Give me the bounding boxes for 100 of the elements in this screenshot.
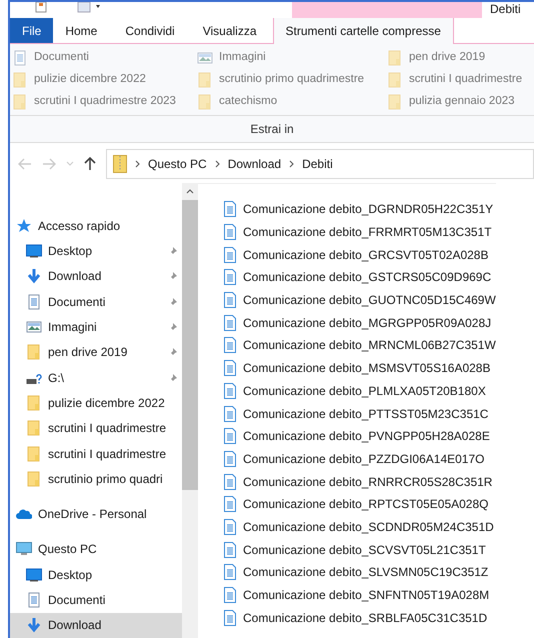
text-file-icon xyxy=(222,382,238,399)
monitor-icon xyxy=(26,242,42,259)
folder-icon xyxy=(387,94,403,110)
breadcrumb[interactable]: Debiti xyxy=(302,155,333,173)
file-item[interactable]: Comunicazione debito_PLMLXA05T20B180X xyxy=(222,380,496,402)
file-item[interactable]: Comunicazione debito_SCDNDR05M24C351D xyxy=(222,516,496,538)
nav-item[interactable]: G:\ xyxy=(10,364,182,390)
star-icon xyxy=(16,218,32,234)
folder-icon xyxy=(387,50,403,66)
file-tab[interactable]: File xyxy=(10,18,54,43)
file-item[interactable]: Comunicazione debito_SNFNTN05T19A028M xyxy=(222,584,496,606)
nav-item[interactable]: pen drive 2019 xyxy=(10,340,182,365)
ribbon-destination[interactable]: scrutini I quadrimestre xyxy=(385,71,534,89)
file-item[interactable]: Comunicazione debito_GRCSVT05T02A028B xyxy=(222,243,496,266)
folder-icon xyxy=(197,94,213,110)
text-file-icon xyxy=(222,474,238,490)
nav-item[interactable]: Accesso rapido xyxy=(10,213,182,238)
file-item[interactable]: Comunicazione debito_PTTSST05M23C351C xyxy=(222,402,496,425)
nav-item[interactable]: OneDrive - Personal xyxy=(10,502,182,527)
file-item[interactable]: Comunicazione debito_PZZDGI06A14E017O xyxy=(222,448,496,470)
text-file-icon xyxy=(222,269,238,286)
text-file-icon xyxy=(222,292,238,308)
file-item[interactable]: Comunicazione debito_RPTCST05E05A028Q xyxy=(222,492,496,516)
ribbon-destination[interactable]: Documenti xyxy=(10,49,195,67)
nav-item[interactable]: Questo PC xyxy=(10,536,182,562)
file-item[interactable]: Comunicazione debito_MRNCML06B27C351W xyxy=(222,334,496,357)
ribbon-destination[interactable]: pulizie dicembre 2022 xyxy=(10,71,195,89)
file-item[interactable]: Comunicazione debito_MGRGPP05R09A028J xyxy=(222,311,496,334)
picture-icon xyxy=(26,318,42,335)
document-icon xyxy=(12,50,28,66)
nav-item[interactable]: pulizie dicembre 2022 xyxy=(10,390,182,416)
forward-arrow-icon[interactable] xyxy=(42,158,56,170)
folder-icon xyxy=(12,94,28,110)
breadcrumb[interactable]: Questo PC xyxy=(148,155,207,173)
ribbon-destination[interactable]: pulizia gennaio 2023 xyxy=(385,93,534,111)
text-file-icon xyxy=(222,518,238,535)
nav-item[interactable]: Download xyxy=(10,612,182,638)
file-item[interactable]: Comunicazione debito_SCVSVT05L21C351T xyxy=(222,538,496,561)
folder-icon xyxy=(387,72,403,88)
chevron-icon xyxy=(135,160,140,168)
nav-item[interactable]: Documenti xyxy=(10,587,182,613)
ribbon-destination[interactable]: catechismo xyxy=(195,93,385,111)
back-arrow-icon[interactable] xyxy=(18,158,32,170)
ribbon-destination[interactable]: scrutini I quadrimestre 2023 xyxy=(10,93,195,111)
text-file-icon xyxy=(222,201,238,218)
file-item[interactable]: Comunicazione debito_PVNGPP05H28A028E xyxy=(222,424,496,448)
up-arrow-icon[interactable] xyxy=(84,157,96,171)
text-file-icon xyxy=(222,314,238,331)
nav-item[interactable]: Desktop xyxy=(10,562,182,588)
text-file-icon xyxy=(222,496,238,512)
address-bar[interactable]: Questo PC Download Debiti xyxy=(106,149,534,179)
text-file-icon xyxy=(222,587,238,604)
ribbon-tab[interactable]: Visualizza xyxy=(190,18,269,43)
nav-item[interactable]: Documenti xyxy=(10,288,182,314)
nav-item[interactable]: Download xyxy=(10,264,182,289)
text-file-icon xyxy=(222,406,238,422)
ribbon-tab[interactable]: Condividi xyxy=(113,18,187,43)
file-item[interactable]: Comunicazione debito_MSMSVT05S16A028B xyxy=(222,356,496,380)
nav-item[interactable]: scrutinio primo quadri xyxy=(10,466,182,492)
file-item[interactable]: Comunicazione debito_GSTCRS05C09D969C xyxy=(222,266,496,289)
text-file-icon xyxy=(222,360,238,376)
zip-folder-icon xyxy=(113,155,127,173)
nav-item[interactable]: scrutini I quadrimestre xyxy=(10,416,182,441)
nav-item[interactable]: Immagini xyxy=(10,314,182,340)
nav-item[interactable]: scrutini I quadrimestre xyxy=(10,440,182,466)
monitor-icon xyxy=(26,566,42,583)
ribbon-tab[interactable]: Home xyxy=(53,18,110,43)
file-item[interactable]: Comunicazione debito_DGRNDR05H22C351Y xyxy=(222,198,496,221)
nav-item[interactable]: Desktop xyxy=(10,238,182,264)
ribbon-destination[interactable]: scrutinio primo quadrimestre xyxy=(195,71,385,89)
file-item[interactable]: Comunicazione debito_SLVSMN05C19C351Z xyxy=(222,561,496,584)
picture-icon xyxy=(197,50,213,66)
text-file-icon xyxy=(222,542,238,558)
file-item[interactable]: Comunicazione debito_SRBLFA05C31C351D xyxy=(222,606,496,630)
file-item[interactable]: Comunicazione debito_GUOTNC05D15C469W xyxy=(222,288,496,312)
folder-icon xyxy=(26,394,42,411)
scrollbar-thumb[interactable] xyxy=(182,200,198,490)
text-file-icon xyxy=(222,564,238,580)
down-arrow-icon xyxy=(26,268,42,284)
text-file-icon xyxy=(222,428,238,444)
file-item[interactable]: Comunicazione debito_RNRRCR05S28C351R xyxy=(222,470,496,493)
ribbon-destination[interactable]: Immagini xyxy=(195,49,385,67)
text-file-icon xyxy=(222,450,238,467)
down-arrow-icon xyxy=(26,617,42,634)
caret-icon[interactable] xyxy=(66,161,74,167)
folder-icon xyxy=(26,446,42,462)
chevron-icon xyxy=(214,160,220,168)
folder-icon xyxy=(197,72,213,88)
ribbon-group-label: Estrai in xyxy=(250,121,294,138)
ribbon-destination[interactable]: pen drive 2019 xyxy=(385,49,534,67)
text-file-icon xyxy=(222,610,238,626)
folder-icon xyxy=(26,344,42,360)
scroll-up-icon[interactable] xyxy=(186,189,194,194)
text-file-icon xyxy=(222,337,238,354)
breadcrumb[interactable]: Download xyxy=(228,155,282,173)
chevron-icon xyxy=(289,160,294,168)
file-item[interactable]: Comunicazione debito_FRRMRT05M13C351T xyxy=(222,220,496,244)
folder-icon xyxy=(26,420,42,436)
text-file-icon xyxy=(222,246,238,263)
ribbon-tab[interactable]: Strumenti cartelle compresse xyxy=(272,18,454,44)
